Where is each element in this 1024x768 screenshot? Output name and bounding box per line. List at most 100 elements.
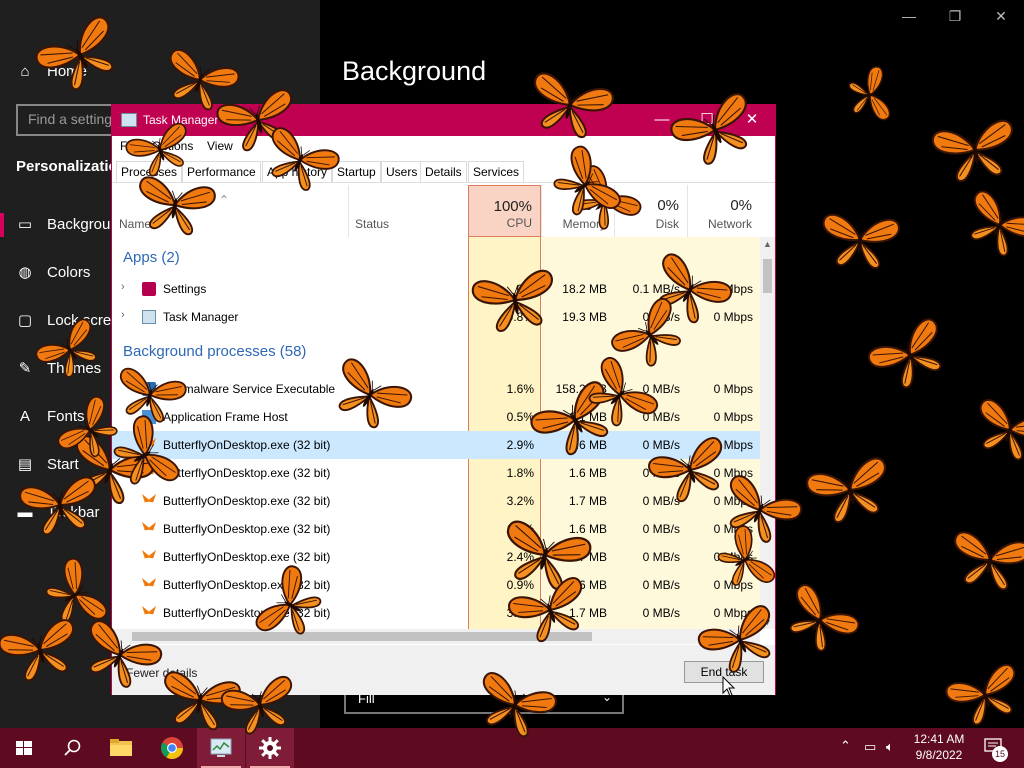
butterfly-icon bbox=[142, 522, 156, 531]
process-name: ButterflyOnDesktop.exe (32 bit) bbox=[163, 438, 331, 452]
start-icon: ▤ bbox=[17, 456, 33, 473]
page-title: Background bbox=[342, 56, 487, 86]
network-value: 0 Mbps bbox=[713, 282, 753, 296]
expand-arrow-icon[interactable]: › bbox=[121, 309, 125, 321]
file-explorer-button[interactable] bbox=[97, 728, 145, 768]
maximize-button[interactable]: ❐ bbox=[932, 4, 978, 28]
tm-close-button[interactable]: ✕ bbox=[732, 109, 772, 133]
tab-startup[interactable]: Startup bbox=[332, 161, 381, 182]
task-manager-title-bar[interactable]: Task Manager — ☐ ✕ bbox=[112, 105, 775, 136]
tab-processes[interactable]: Processes bbox=[116, 161, 183, 182]
task-manager-footer: Fewer details End task bbox=[112, 645, 775, 695]
process-row[interactable]: Application Frame Host 0.5% 6.1 MB 0 MB/s 0 … bbox=[112, 403, 760, 431]
themes-icon: ✎ bbox=[18, 360, 32, 377]
nav-item-label: Colors bbox=[47, 264, 91, 281]
column-disk[interactable]: 0% Disk bbox=[614, 185, 687, 237]
clock-date: 9/8/2022 bbox=[915, 748, 963, 762]
process-row[interactable]: ButterflyOnDesktop.exe (32 bit) 2.4% 1.7 M… bbox=[112, 543, 760, 571]
menu-view[interactable]: View bbox=[207, 139, 233, 153]
tm-maximize-button[interactable]: ☐ bbox=[687, 109, 727, 133]
apps-group-header[interactable]: Apps (2) bbox=[123, 249, 180, 266]
process-name: ButterflyOnDesktop.exe (32 bit) bbox=[163, 466, 331, 480]
tab-app-history[interactable]: App history bbox=[262, 161, 333, 182]
task-manager-taskbar-button[interactable] bbox=[197, 728, 245, 768]
network-total: 0% bbox=[730, 197, 752, 214]
taskbar: ⌃ ▭ 🔈︎ 12:41 AM 9/8/2022 15 bbox=[0, 728, 1024, 768]
gear-icon bbox=[142, 282, 156, 296]
process-row[interactable]: ButterflyOnDesktop.exe (32 bit) 3.0% 1.7 M… bbox=[112, 599, 760, 627]
tab-users[interactable]: Users bbox=[381, 161, 423, 182]
search-button[interactable] bbox=[48, 728, 96, 768]
clock[interactable]: 12:41 AM 9/8/2022 bbox=[906, 731, 972, 763]
process-row[interactable]: ButterflyOnDesktop.exe (32 bit) 0.9% 1.6 M… bbox=[112, 571, 760, 599]
process-row[interactable]: › Task Manager 0.8% 19.3 MB 0 MB/s 0 Mbp… bbox=[112, 303, 760, 331]
tab-details[interactable]: Details bbox=[420, 161, 467, 182]
home-icon: ⌂ bbox=[20, 63, 30, 80]
menu-file[interactable]: File bbox=[120, 139, 139, 153]
column-status[interactable]: Status bbox=[348, 185, 468, 237]
scroll-down-icon[interactable]: ▼ bbox=[763, 617, 772, 627]
network-icon[interactable]: ▭ bbox=[864, 739, 876, 755]
column-disk-label: Disk bbox=[655, 217, 679, 231]
expand-arrow-icon[interactable]: › bbox=[121, 281, 125, 293]
process-row[interactable]: ButterflyOnDesktop.exe (32 bit) 1.9% 1.6 M… bbox=[112, 515, 760, 543]
background-group-header[interactable]: Background processes (58) bbox=[123, 343, 306, 360]
memory-value: 1.7 MB bbox=[568, 606, 607, 620]
show-hidden-icons-chevron-icon[interactable]: ⌃ bbox=[840, 738, 851, 754]
process-row[interactable]: Antimalware Service Executable 1.6% 158.2 … bbox=[112, 375, 760, 403]
picture-icon: ▭ bbox=[17, 216, 33, 233]
memory-value: 1.6 MB bbox=[568, 438, 607, 452]
column-name-label: Name bbox=[119, 217, 152, 231]
task-manager-icon bbox=[142, 310, 156, 324]
chrome-button[interactable] bbox=[148, 728, 196, 768]
column-name[interactable]: ⌃ Name bbox=[112, 185, 348, 237]
network-value: 0 Mbps bbox=[713, 522, 753, 536]
horizontal-scrollbar[interactable] bbox=[112, 629, 760, 644]
network-value: 0 Mbps bbox=[713, 382, 753, 396]
tab-services[interactable]: Services bbox=[468, 161, 525, 182]
nav-home[interactable]: ⌂ Home bbox=[0, 48, 320, 96]
start-button[interactable] bbox=[0, 728, 48, 768]
disk-value: 0 MB/s bbox=[642, 578, 680, 592]
scroll-thumb[interactable] bbox=[132, 632, 592, 641]
tm-minimize-button[interactable]: — bbox=[642, 109, 682, 133]
tab-performance[interactable]: Performance bbox=[182, 161, 261, 182]
palette-icon: ◍ bbox=[18, 264, 32, 281]
nav-item-label: Start bbox=[47, 456, 79, 473]
disk-value: 0 MB/s bbox=[642, 410, 680, 424]
scroll-up-icon[interactable]: ▲ bbox=[763, 239, 772, 249]
process-name: Settings bbox=[163, 282, 207, 296]
process-row[interactable]: ButterflyOnDesktop.exe (32 bit) 2.9% 1.6 M… bbox=[112, 431, 760, 459]
disk-value: 0 MB/s bbox=[642, 382, 680, 396]
fewer-details-link[interactable]: Fewer details bbox=[126, 666, 197, 680]
column-cpu[interactable]: 100% CPU bbox=[468, 185, 541, 237]
mouse-cursor-icon bbox=[722, 676, 736, 697]
menu-options[interactable]: Options bbox=[152, 139, 193, 153]
memory-value: 1.6 MB bbox=[568, 522, 607, 536]
network-value: 0 Mbps bbox=[713, 466, 753, 480]
nav-item-label: Themes bbox=[47, 360, 102, 377]
column-memory-label: Memory bbox=[562, 217, 606, 231]
nav-home-label: Home bbox=[47, 63, 88, 80]
process-row[interactable]: › Settings 0% 18.2 MB 0.1 MB/s 0 Mbps bbox=[112, 275, 760, 303]
task-manager-title: Task Manager bbox=[143, 113, 219, 127]
butterfly-icon bbox=[142, 438, 156, 447]
nav-item-label: Taskbar bbox=[47, 504, 100, 521]
settings-taskbar-button[interactable] bbox=[246, 728, 294, 768]
vertical-scrollbar[interactable]: ▲ ▼ bbox=[760, 237, 775, 629]
butterfly-icon bbox=[142, 606, 156, 615]
column-network[interactable]: 0% Network bbox=[687, 185, 760, 237]
minimize-button[interactable]: — bbox=[886, 4, 932, 28]
process-name: Antimalware Service Executable bbox=[163, 382, 336, 396]
taskbar-icon: ▬ bbox=[17, 504, 33, 521]
volume-icon[interactable]: 🔈︎ bbox=[886, 739, 894, 755]
column-memory[interactable]: 50% Memory bbox=[541, 185, 614, 237]
scroll-thumb[interactable] bbox=[763, 259, 772, 293]
chrome-icon bbox=[161, 737, 183, 759]
notifications-button[interactable]: 15 bbox=[984, 738, 1008, 762]
process-row[interactable]: ButterflyOnDesktop.exe (32 bit) 1.8% 1.6 M… bbox=[112, 459, 760, 487]
close-button[interactable]: ✕ bbox=[978, 4, 1024, 28]
process-row[interactable]: ButterflyOnDesktop.exe (32 bit) 3.2% 1.7 M… bbox=[112, 487, 760, 515]
notification-badge: 15 bbox=[992, 746, 1008, 762]
memory-value: 1.6 MB bbox=[568, 578, 607, 592]
